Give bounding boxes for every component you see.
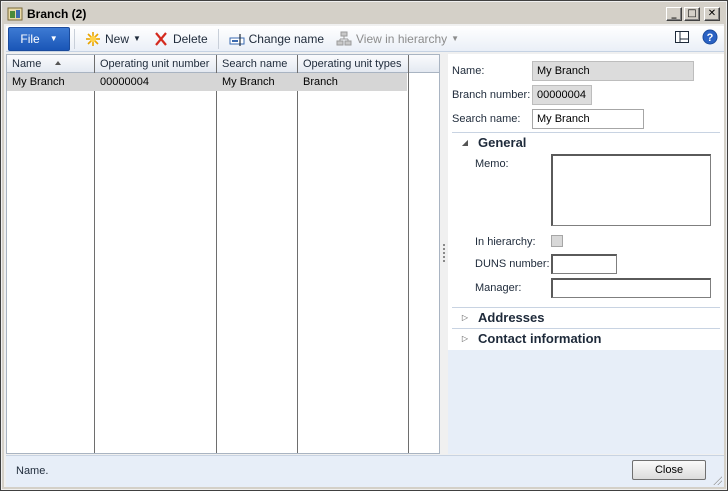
- grid-column-divider: [298, 55, 409, 453]
- close-button[interactable]: Close: [632, 460, 706, 480]
- new-label: New: [105, 31, 130, 46]
- manager-field[interactable]: [551, 278, 711, 298]
- memo-label: Memo:: [475, 158, 509, 170]
- branch-window: Branch (2) _ □ ✕ File ▼ New ▼ Delete Cha…: [0, 0, 728, 491]
- grid-column-divider: [7, 55, 95, 453]
- grid-column-divider: [95, 55, 217, 453]
- file-menu-button[interactable]: File ▼: [8, 26, 70, 51]
- action-pane: File ▼ New ▼ Delete Change name View in …: [6, 26, 724, 52]
- window-title: Branch (2): [27, 7, 87, 21]
- search-name-field[interactable]: My Branch: [532, 109, 644, 129]
- general-title: General: [478, 135, 527, 150]
- collapsed-triangle-icon: ▷: [461, 334, 469, 343]
- expanded-triangle-icon: ◢: [461, 138, 469, 147]
- minimize-icon: _: [671, 8, 677, 19]
- help-icon[interactable]: ?: [702, 29, 718, 45]
- ribbon-right-tools: ?: [674, 29, 718, 45]
- layout-pane-icon[interactable]: [674, 29, 690, 45]
- memo-textarea[interactable]: [551, 154, 711, 226]
- contact-information-title: Contact information: [478, 331, 602, 346]
- cell-search-name: My Branch: [222, 76, 275, 88]
- status-bar: Name. Close: [6, 455, 724, 487]
- duns-number-label: DUNS number:: [475, 258, 550, 270]
- title-bar[interactable]: Branch (2) _ □ ✕: [4, 4, 724, 24]
- view-in-hierarchy-button[interactable]: View in hierarchy ▼: [330, 27, 465, 51]
- minimize-button[interactable]: _: [666, 7, 682, 21]
- details-pane: Name: My Branch Branch number: 00000004 …: [448, 54, 724, 454]
- search-name-label: Search name:: [452, 113, 521, 125]
- resize-grip-icon[interactable]: [712, 475, 722, 485]
- manager-label: Manager:: [475, 282, 522, 294]
- ribbon-separator: [217, 28, 219, 49]
- ribbon-separator: [74, 28, 75, 49]
- in-hierarchy-label: In hierarchy:: [475, 236, 536, 248]
- svg-text:?: ?: [707, 32, 714, 44]
- splitter-grip-icon: [443, 244, 445, 264]
- close-icon: ✕: [707, 8, 717, 19]
- column-header-search-name[interactable]: Search name: [217, 55, 287, 73]
- details-lower-area: [448, 350, 724, 454]
- addresses-fasttab-header[interactable]: ▷ Addresses: [452, 307, 720, 327]
- change-name-button[interactable]: Change name: [223, 27, 330, 51]
- status-text: Name.: [16, 465, 49, 477]
- table-row[interactable]: My Branch 00000004 My Branch Branch: [7, 73, 407, 91]
- cell-operating-unit-number: 00000004: [100, 76, 149, 88]
- change-name-label: Change name: [248, 31, 325, 46]
- new-button[interactable]: New ▼: [79, 27, 147, 51]
- column-header-name[interactable]: Name: [7, 55, 41, 73]
- name-field[interactable]: My Branch: [532, 61, 694, 81]
- rename-icon: [229, 31, 245, 47]
- file-label: File: [20, 31, 40, 46]
- collapsed-triangle-icon: ▷: [461, 313, 469, 322]
- close-window-button[interactable]: ✕: [704, 7, 720, 21]
- in-hierarchy-checkbox[interactable]: [551, 235, 563, 247]
- addresses-title: Addresses: [478, 310, 545, 325]
- new-star-icon: [85, 31, 101, 47]
- general-fasttab-header[interactable]: ◢ General: [452, 132, 720, 152]
- app-icon: [7, 6, 23, 22]
- pane-splitter[interactable]: [440, 54, 448, 454]
- branch-number-field[interactable]: 00000004: [532, 85, 592, 105]
- chevron-down-icon: ▼: [49, 34, 58, 43]
- delete-x-icon: [153, 31, 169, 47]
- hierarchy-icon: [336, 31, 352, 47]
- maximize-button[interactable]: □: [684, 7, 700, 21]
- branch-grid: Name Operating unit number Search name O…: [6, 54, 440, 454]
- column-header-operating-unit-types[interactable]: Operating unit types: [298, 55, 401, 73]
- name-label: Name:: [452, 65, 485, 77]
- sort-ascending-icon: [55, 61, 61, 65]
- maximize-icon: □: [687, 8, 697, 19]
- grid-column-divider: [217, 55, 298, 453]
- view-in-hierarchy-label: View in hierarchy: [356, 31, 448, 46]
- hierarchy-dropdown-icon: ▼: [451, 34, 460, 43]
- new-dropdown-icon: ▼: [133, 34, 141, 43]
- contact-information-fasttab-header[interactable]: ▷ Contact information: [452, 328, 720, 348]
- duns-number-field[interactable]: [551, 254, 617, 274]
- column-header-operating-unit-number[interactable]: Operating unit number: [95, 55, 209, 73]
- delete-label: Delete: [172, 31, 208, 46]
- window-controls: _ □ ✕: [666, 7, 720, 21]
- branch-number-label: Branch number:: [452, 89, 531, 101]
- delete-button[interactable]: Delete: [147, 27, 214, 51]
- cell-operating-unit-types: Branch: [303, 76, 338, 88]
- cell-name: My Branch: [12, 76, 65, 88]
